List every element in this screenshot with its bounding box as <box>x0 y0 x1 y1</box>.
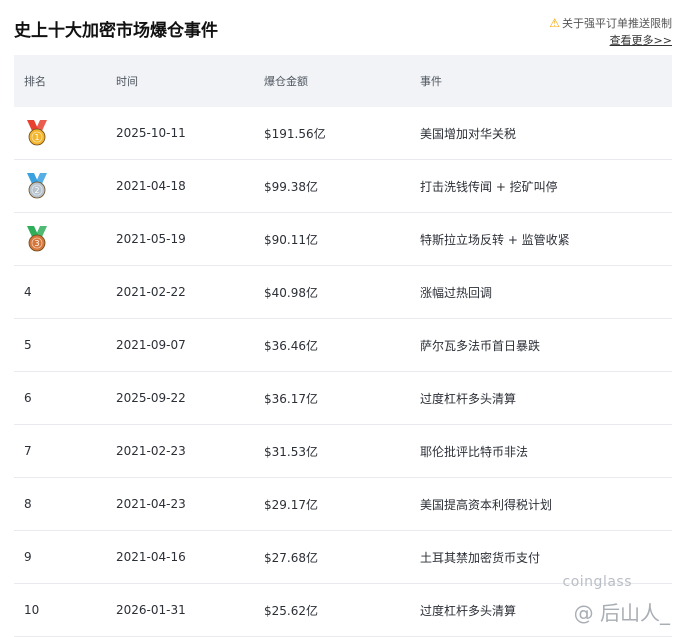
notice-text: 关于强平订单推送限制 <box>562 17 672 30</box>
gold-medal-icon: 1 <box>27 120 47 146</box>
table-row: 8 2021-04-23 $29.17亿 美国提高资本利得税计划 <box>14 478 672 531</box>
medal-rank-number: 2 <box>34 186 39 195</box>
table-row: 3 2021-05-19 $90.11亿 特斯拉立场反转 + 监管收紧 <box>14 213 672 266</box>
medal-rank-number: 3 <box>34 239 39 248</box>
amount-cell: $90.11亿 <box>264 232 318 247</box>
rank-cell: 4 <box>24 285 32 299</box>
rank-cell: 8 <box>24 497 32 511</box>
table-row: 1 2025-10-11 $191.56亿 美国增加对华关税 <box>14 107 672 160</box>
amount-cell: $31.53亿 <box>264 444 318 459</box>
rank-cell: 3 <box>14 225 102 253</box>
header-amount: 爆仓金额 <box>264 75 308 88</box>
view-more-link[interactable]: 查看更多>> <box>610 34 672 47</box>
medal-rank-number: 1 <box>34 133 39 142</box>
table-row: 2 2021-04-18 $99.38亿 打击洗钱传闻 + 挖矿叫停 <box>14 160 672 213</box>
table-row: 7 2021-02-23 $31.53亿 耶伦批评比特币非法 <box>14 425 672 478</box>
amount-cell: $29.17亿 <box>264 497 318 512</box>
table-row: 4 2021-02-22 $40.98亿 涨幅过热回调 <box>14 266 672 319</box>
rank-cell: 9 <box>24 550 32 564</box>
event-cell: 涨幅过热回调 <box>420 285 493 300</box>
date-cell: 2021-04-23 <box>116 497 186 511</box>
silver-medal-icon: 2 <box>27 173 47 199</box>
event-cell: 过度杠杆多头清算 <box>420 391 517 406</box>
date-cell: 2021-04-16 <box>116 550 186 564</box>
date-cell: 2021-02-23 <box>116 444 186 458</box>
event-cell: 特斯拉立场反转 + 监管收紧 <box>420 232 570 247</box>
bronze-medal-icon: 3 <box>27 226 47 252</box>
amount-cell: $25.62亿 <box>264 603 318 618</box>
page-title: 史上十大加密市场爆仓事件 <box>14 21 218 41</box>
date-cell: 2021-05-19 <box>116 232 186 246</box>
date-cell: 2021-04-18 <box>116 179 186 193</box>
event-cell: 萨尔瓦多法币首日暴跌 <box>420 338 541 353</box>
amount-cell: $36.46亿 <box>264 338 318 353</box>
rank-cell: 6 <box>24 391 32 405</box>
date-cell: 2021-02-22 <box>116 285 186 299</box>
watermark-author: @ 后山人_ <box>573 601 670 625</box>
notice-panel: ⚠ 关于强平订单推送限制 查看更多>> <box>549 15 672 49</box>
event-cell: 土耳其禁加密货币支付 <box>420 550 541 565</box>
liquidation-table: 排名 时间 爆仓金额 事件 1 2025-10-11 $191.56亿 美国增加对华关… <box>14 55 672 637</box>
amount-cell: $99.38亿 <box>264 179 318 194</box>
amount-cell: $27.68亿 <box>264 550 318 565</box>
amount-cell: $191.56亿 <box>264 126 326 141</box>
header-rank: 排名 <box>24 75 46 88</box>
header-date: 时间 <box>116 75 138 88</box>
watermark-brand: coinglass <box>562 574 632 590</box>
event-cell: 打击洗钱传闻 + 挖矿叫停 <box>420 179 558 194</box>
date-cell: 2021-09-07 <box>116 338 186 352</box>
event-cell: 美国增加对华关税 <box>420 126 517 141</box>
event-cell: 耶伦批评比特币非法 <box>420 444 529 459</box>
warning-icon: ⚠ <box>549 16 560 30</box>
rank-cell: 10 <box>24 603 40 617</box>
rank-cell: 7 <box>24 444 32 458</box>
table-row: 5 2021-09-07 $36.46亿 萨尔瓦多法币首日暴跌 <box>14 319 672 372</box>
amount-cell: $36.17亿 <box>264 391 318 406</box>
rank-cell: 1 <box>14 119 102 147</box>
table-row: 6 2025-09-22 $36.17亿 过度杠杆多头清算 <box>14 372 672 425</box>
date-cell: 2026-01-31 <box>116 603 186 617</box>
amount-cell: $40.98亿 <box>264 285 318 300</box>
date-cell: 2025-10-11 <box>116 126 186 140</box>
date-cell: 2025-09-22 <box>116 391 186 405</box>
rank-cell: 5 <box>24 338 32 352</box>
rank-cell: 2 <box>14 172 102 200</box>
header-event: 事件 <box>420 75 442 88</box>
event-cell: 美国提高资本利得税计划 <box>420 497 553 512</box>
table-header: 排名 时间 爆仓金额 事件 <box>14 55 672 107</box>
